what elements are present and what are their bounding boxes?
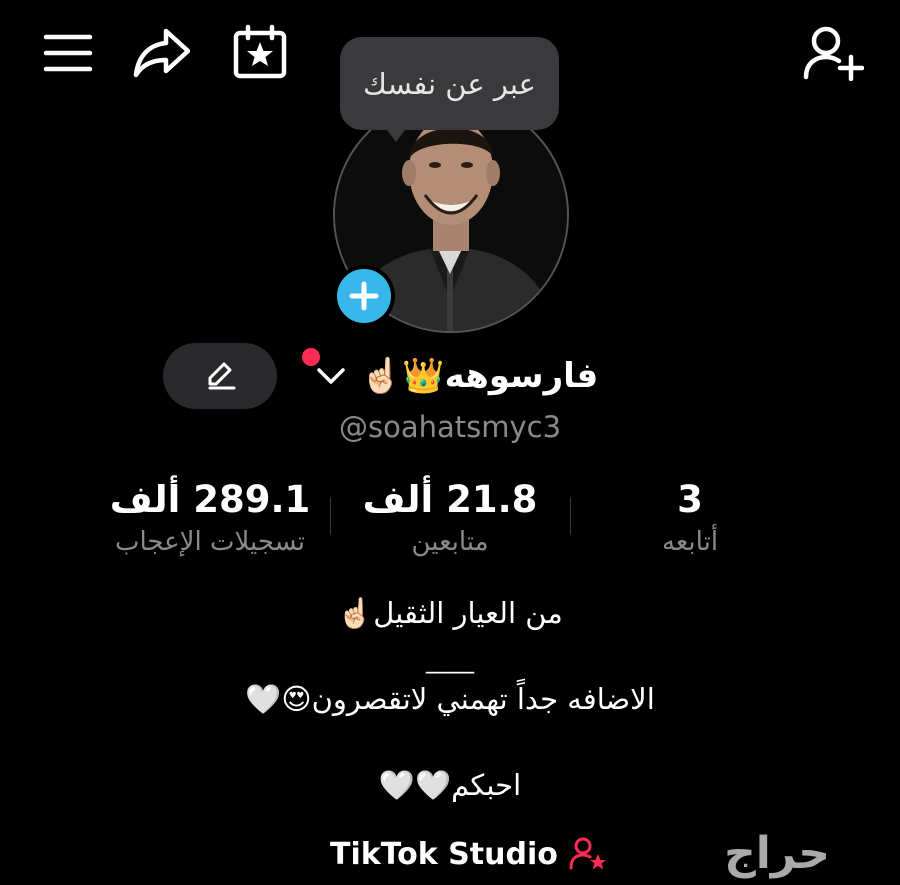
add-user-icon <box>803 26 864 81</box>
menu-button[interactable] <box>38 27 98 79</box>
studio-label: TikTok Studio <box>330 836 558 872</box>
stat-divider <box>570 497 571 535</box>
menu-icon <box>43 34 93 72</box>
plus-icon <box>349 281 379 311</box>
likes-label: تسجيلات الإعجاب <box>114 527 306 557</box>
followers-count: 21.8 ألف <box>362 478 538 521</box>
edit-profile-button[interactable] <box>163 343 277 409</box>
likes-count: 289.1 ألف <box>109 478 311 521</box>
bio-line: من العيار الثقيل☝🏻 <box>337 596 563 630</box>
following-stat[interactable]: 3 أتابعه <box>600 478 780 557</box>
calendar-button[interactable] <box>228 22 292 82</box>
username: @soahatsmyc3 <box>338 410 562 444</box>
add-story-button[interactable] <box>333 265 395 327</box>
haraj-watermark: حراج <box>724 828 830 879</box>
following-count: 3 <box>677 478 703 521</box>
likes-stat[interactable]: 289.1 ألف تسجيلات الإعجاب <box>90 478 330 557</box>
chevron-down-icon <box>317 368 345 384</box>
add-story-badge <box>337 269 391 323</box>
share-icon <box>133 28 191 78</box>
bio-line: ____ <box>426 646 474 674</box>
account-switch-button[interactable] <box>314 362 348 390</box>
pencil-icon <box>208 362 236 390</box>
add-friend-button[interactable] <box>800 24 866 82</box>
followers-stat[interactable]: 21.8 ألف متابعين <box>340 478 560 557</box>
stat-divider <box>330 497 331 535</box>
bio-tooltip[interactable]: عبر عن نفسك <box>340 37 559 130</box>
tooltip-text: عبر عن نفسك <box>363 66 536 101</box>
creator-star-icon <box>569 837 606 870</box>
tiktok-studio-link[interactable]: TikTok Studio <box>330 832 620 876</box>
bio-line: الاضافه جداً تهمني لاتقصرون😍🤍 <box>245 682 655 716</box>
following-label: أتابعه <box>661 527 719 557</box>
share-button[interactable] <box>130 25 194 81</box>
calendar-star-icon <box>233 24 287 79</box>
followers-label: متابعين <box>411 527 489 557</box>
display-name: فارسوهه👑☝🏻 <box>360 356 599 396</box>
bio-line: احبكم🤍🤍 <box>378 768 522 802</box>
